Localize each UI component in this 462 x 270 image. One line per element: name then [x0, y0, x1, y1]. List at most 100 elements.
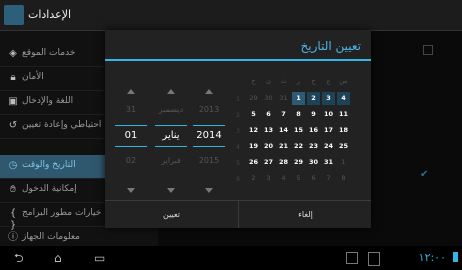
calendar-day[interactable]: 5	[247, 108, 260, 121]
calendar-day[interactable]: 18	[337, 124, 350, 137]
spinner-current-value[interactable]: 01	[113, 125, 149, 147]
auto-date-checkbox[interactable]	[423, 45, 433, 55]
calendar-day[interactable]: 27	[262, 156, 275, 169]
decrement-arrow-icon[interactable]	[127, 188, 135, 193]
spinner-current-value[interactable]: يناير	[153, 125, 189, 147]
calendar-week-row: 4 19 20 21 22 23 24 25	[233, 140, 355, 155]
calendar-day[interactable]: 22	[292, 140, 305, 153]
dialog-title: تعيين التاريخ	[300, 39, 361, 53]
week-number: 1	[236, 96, 240, 103]
decrement-arrow-icon[interactable]	[167, 188, 175, 193]
calendar-day[interactable]: 31	[322, 156, 335, 169]
spinner-prev-value[interactable]: ديسمبر	[153, 105, 189, 114]
calendar-day[interactable]: 6	[262, 108, 275, 121]
calendar-day[interactable]: 20	[262, 140, 275, 153]
calendar-day[interactable]: 24	[322, 140, 335, 153]
weekday-label: ج	[326, 77, 331, 85]
increment-arrow-icon[interactable]	[167, 89, 175, 94]
app-title: الإعدادات	[28, 8, 72, 21]
back-icon[interactable]: ⮌	[14, 252, 24, 264]
calendar-day[interactable]: 16	[307, 124, 320, 137]
set-button[interactable]: تعيين	[105, 201, 238, 228]
calendar-day[interactable]: 4	[337, 92, 350, 105]
calendar-day[interactable]: 26	[247, 156, 260, 169]
spinner-current-value[interactable]: 2014	[191, 125, 227, 147]
calendar-day[interactable]: 11	[337, 108, 350, 121]
weekday-label: ر	[296, 77, 301, 85]
week-number: 3	[236, 128, 240, 135]
calendar-day[interactable]: 29	[247, 92, 260, 105]
settings-icon[interactable]	[4, 5, 24, 25]
check-icon[interactable]: ✔	[420, 169, 428, 180]
calendar-day[interactable]: 5	[292, 172, 305, 185]
calendar-day[interactable]: 29	[292, 156, 305, 169]
home-icon[interactable]: ⌂	[54, 252, 62, 264]
week-number: 5	[236, 160, 240, 167]
increment-arrow-icon[interactable]	[205, 89, 213, 94]
day-spinner[interactable]: 31 01 02	[113, 85, 149, 205]
calendar-day[interactable]: 21	[277, 140, 290, 153]
spinner-next-value[interactable]: 02	[113, 156, 149, 165]
spinner-next-value[interactable]: فبراير	[153, 156, 189, 165]
hand-icon: ✋︎	[10, 184, 16, 195]
calendar-day[interactable]: 7	[277, 108, 290, 121]
system-navigation-bar: ⮌ ⌂ ▭ ١٢:٠٠	[0, 246, 462, 270]
week-number: 2	[236, 112, 240, 119]
calendar-day[interactable]: 14	[277, 124, 290, 137]
calendar-day[interactable]: 2	[247, 172, 260, 185]
increment-arrow-icon[interactable]	[127, 89, 135, 94]
spinner-prev-value[interactable]: 2013	[191, 105, 227, 114]
calendar-day[interactable]: 8	[292, 108, 305, 121]
week-number: 4	[236, 144, 240, 151]
calendar-day[interactable]: 10	[322, 108, 335, 121]
title-divider	[105, 59, 371, 61]
calendar-day[interactable]: 25	[337, 140, 350, 153]
calendar-day[interactable]: 30	[262, 92, 275, 105]
device-icon[interactable]	[368, 252, 380, 266]
spinner-next-value[interactable]: 2015	[191, 156, 227, 165]
weekday-label: س	[339, 77, 348, 85]
calendar-day[interactable]: 15	[292, 124, 305, 137]
battery-icon	[453, 252, 458, 262]
calendar-view[interactable]: ح ن ث ر خ ج س 1 29 30 31 1 2 3 4 2 5 6 7 8 9 10 11 3 12 13 14 15 16 1…	[233, 77, 355, 190]
backup-icon: ↺	[8, 120, 18, 131]
week-number: 6	[236, 176, 240, 183]
calendar-day[interactable]: 30	[307, 156, 320, 169]
sidebar-item-label: خيارات مطور البرامج	[22, 208, 102, 218]
weekday-label: ث	[280, 77, 287, 85]
calendar-day[interactable]: 28	[277, 156, 290, 169]
clock-icon: ◷	[8, 160, 18, 171]
screenshot-icon[interactable]	[346, 252, 358, 264]
clock-time: ١٢:٠٠	[418, 251, 446, 264]
calendar-day[interactable]: 4	[277, 172, 290, 185]
decrement-arrow-icon[interactable]	[205, 188, 213, 193]
calendar-day[interactable]: 3	[262, 172, 275, 185]
recent-apps-icon[interactable]: ▭	[94, 252, 105, 264]
calendar-day[interactable]: 1	[292, 92, 305, 105]
calendar-day[interactable]: 8	[337, 172, 350, 185]
calendar-day[interactable]: 7	[322, 172, 335, 185]
location-icon: ◈	[9, 48, 17, 59]
month-spinner[interactable]: ديسمبر يناير فبراير	[153, 85, 189, 205]
calendar-day[interactable]: 3	[322, 92, 335, 105]
keyboard-icon: ▣	[8, 96, 18, 107]
calendar-day[interactable]: 17	[322, 124, 335, 137]
calendar-week-row: 62345678	[233, 172, 355, 187]
calendar-day[interactable]: 9	[307, 108, 320, 121]
calendar-day[interactable]: 13	[262, 124, 275, 137]
calendar-day[interactable]: 23	[307, 140, 320, 153]
spinner-prev-value[interactable]: 31	[113, 105, 149, 114]
calendar-day[interactable]: 6	[307, 172, 320, 185]
calendar-week-row: 3 12 13 14 15 16 17 18	[233, 124, 355, 139]
calendar-day[interactable]: 31	[277, 92, 290, 105]
year-spinner[interactable]: 2013 2014 2015	[191, 85, 227, 205]
calendar-day[interactable]: 19	[247, 140, 260, 153]
calendar-day[interactable]: 2	[307, 92, 320, 105]
sidebar-item-label: خدمات الموقع	[22, 48, 76, 58]
sidebar-item-label: إمكانية الدخول	[22, 184, 77, 194]
calendar-day[interactable]: 12	[247, 124, 260, 137]
cancel-button[interactable]: إلغاء	[238, 201, 372, 228]
weekday-header: ح ن ث ر خ جس	[233, 77, 355, 88]
calendar-day[interactable]: 1	[337, 156, 350, 169]
sidebar-item-label: التاريخ والوقت	[22, 160, 76, 170]
